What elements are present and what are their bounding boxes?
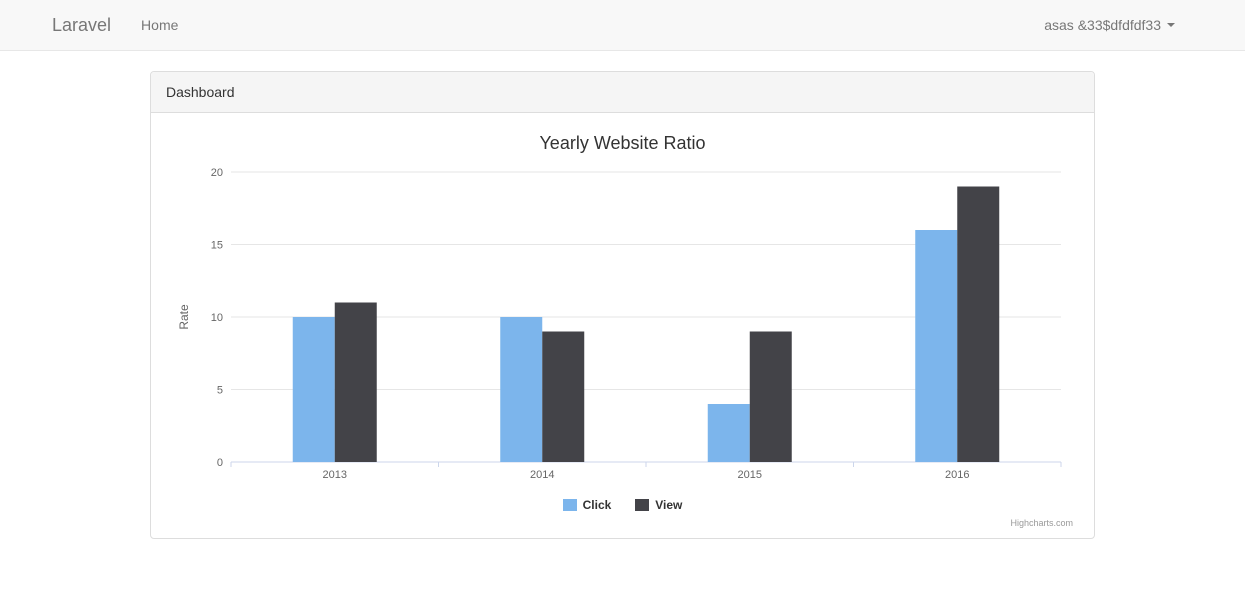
- y-tick-label: 10: [211, 312, 223, 324]
- legend-item-view[interactable]: View: [635, 498, 682, 512]
- panel-body: Yearly Website Ratio 0 5 10 15 20 Rate 2013 201…: [151, 113, 1094, 538]
- x-tick-label: 2013: [323, 469, 347, 481]
- chart-title: Yearly Website Ratio: [166, 123, 1079, 162]
- chart-credits[interactable]: Highcharts.com: [166, 514, 1079, 530]
- y-tick-label: 5: [217, 385, 223, 397]
- dashboard-panel: Dashboard Yearly Website Ratio 0 5 10 15 20 R…: [150, 71, 1095, 539]
- bar-view-2013[interactable]: [335, 303, 377, 463]
- bar-view-2015[interactable]: [750, 332, 792, 463]
- x-tick-label: 2014: [530, 469, 554, 481]
- panel-heading: Dashboard: [151, 72, 1094, 113]
- y-tick-label: 15: [211, 240, 223, 252]
- x-tick-label: 2016: [945, 469, 969, 481]
- nav-home-link[interactable]: Home: [126, 2, 193, 48]
- legend-label-click: Click: [583, 498, 612, 512]
- main-container: Dashboard Yearly Website Ratio 0 5 10 15 20 R…: [150, 71, 1095, 539]
- bar-click-2014[interactable]: [500, 317, 542, 462]
- y-tick-label: 20: [211, 167, 223, 179]
- bar-view-2014[interactable]: [542, 332, 584, 463]
- chart-legend: Click View: [166, 492, 1079, 514]
- bar-click-2013[interactable]: [293, 317, 335, 462]
- brand-link[interactable]: Laravel: [0, 0, 126, 50]
- x-tick-label: 2015: [738, 469, 762, 481]
- legend-label-view: View: [655, 498, 682, 512]
- legend-swatch-click: [563, 499, 577, 511]
- chart-svg: 0 5 10 15 20 Rate 2013 2014 2015 2016: [166, 162, 1076, 492]
- nav-left: Laravel Home: [0, 0, 193, 50]
- user-name: asas &33$dfdfdf33: [1044, 17, 1161, 33]
- nav-right: asas &33$dfdfdf33: [1034, 2, 1235, 48]
- y-tick-label: 0: [217, 457, 223, 469]
- legend-item-click[interactable]: Click: [563, 498, 612, 512]
- navbar: Laravel Home asas &33$dfdfdf33: [0, 0, 1245, 51]
- user-dropdown[interactable]: asas &33$dfdfdf33: [1034, 2, 1185, 48]
- chart: Yearly Website Ratio 0 5 10 15 20 Rate 2013 201…: [166, 123, 1079, 530]
- chevron-down-icon: [1167, 23, 1175, 27]
- bar-click-2016[interactable]: [915, 230, 957, 462]
- legend-swatch-view: [635, 499, 649, 511]
- bar-click-2015[interactable]: [708, 404, 750, 462]
- bar-view-2016[interactable]: [957, 187, 999, 463]
- y-axis-label: Rate: [177, 304, 191, 330]
